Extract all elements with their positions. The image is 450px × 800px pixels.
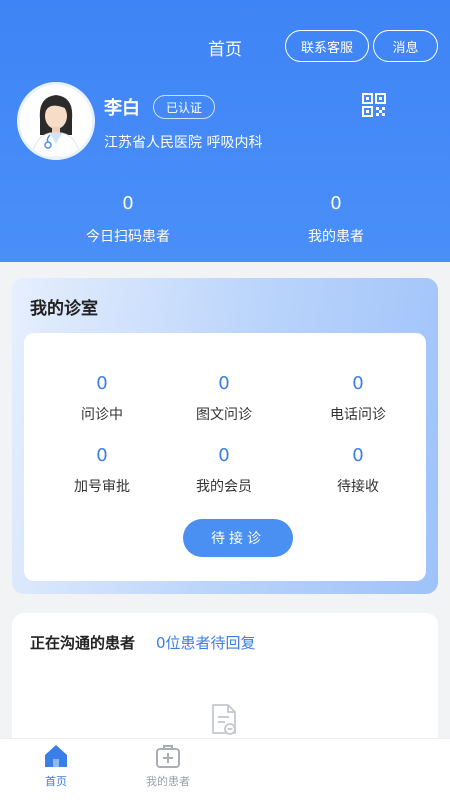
clinic-title: 我的诊室 — [30, 299, 98, 319]
verified-badge: 已认证 — [153, 95, 216, 119]
my-clinic-card: 我的诊室 0 问诊中 0 图文问诊 0 电话问诊 0 加号审批 0 我的会员 0… — [12, 278, 438, 594]
clinic-item-value: 0 — [218, 445, 230, 466]
clinic-item-consulting[interactable]: 0 问诊中 — [42, 373, 162, 424]
clinic-item-extra-approval[interactable]: 0 加号审批 — [42, 445, 162, 496]
avatar[interactable] — [17, 82, 95, 160]
clinic-item-value: 0 — [96, 445, 108, 466]
empty-document-icon — [212, 704, 236, 735]
tab-label: 首页 — [45, 775, 67, 788]
clinic-item-label: 电话问诊 — [330, 407, 386, 423]
doctor-avatar-icon — [20, 85, 92, 157]
medical-kit-icon — [156, 745, 180, 768]
stat-value: 0 — [122, 193, 134, 214]
stat-today-scanned[interactable]: 0 今日扫码患者 — [38, 193, 218, 246]
clinic-panel: 0 问诊中 0 图文问诊 0 电话问诊 0 加号审批 0 我的会员 0 待接收 … — [24, 333, 426, 581]
message-button[interactable]: 消息 — [373, 30, 438, 62]
tab-home[interactable]: 首页 — [16, 743, 96, 789]
pending-reply-count[interactable]: 0位患者待回复 — [156, 632, 256, 653]
clinic-item-label: 加号审批 — [74, 479, 130, 495]
contact-service-button[interactable]: 联系客服 — [285, 30, 369, 62]
communicating-title: 正在沟通的患者 — [30, 634, 136, 652]
clinic-item-my-members[interactable]: 0 我的会员 — [164, 445, 284, 496]
home-icon — [45, 745, 67, 767]
clinic-item-phone-consult[interactable]: 0 电话问诊 — [298, 373, 418, 424]
clinic-item-pending-receive[interactable]: 0 待接收 — [298, 445, 418, 496]
clinic-item-value: 0 — [96, 373, 108, 394]
communicating-patients-card: 正在沟通的患者 0位患者待回复 — [12, 613, 438, 753]
hospital-department: 江苏省人民医院 呼吸内科 — [104, 135, 263, 151]
clinic-item-label: 待接收 — [337, 479, 379, 495]
bottom-tab-bar: 首页 我的患者 — [0, 738, 450, 800]
clinic-item-label: 问诊中 — [81, 407, 123, 423]
clinic-item-value: 0 — [352, 445, 364, 466]
doctor-name: 李白 — [104, 98, 140, 119]
stat-label: 今日扫码患者 — [86, 229, 170, 245]
stat-label: 我的患者 — [308, 229, 364, 245]
stat-my-patients[interactable]: 0 我的患者 — [246, 193, 426, 246]
header: 首页 联系客服 消息 李白 已认证 江苏省人民医院 呼吸内科 0 今日扫码患者 … — [0, 0, 450, 262]
wait-consult-button[interactable]: 待接诊 — [183, 519, 293, 557]
clinic-item-value: 0 — [218, 373, 230, 394]
stat-value: 0 — [330, 193, 342, 214]
clinic-item-text-consult[interactable]: 0 图文问诊 — [164, 373, 284, 424]
clinic-item-value: 0 — [352, 373, 364, 394]
clinic-item-label: 图文问诊 — [196, 407, 252, 423]
tab-my-patients[interactable]: 我的患者 — [128, 743, 208, 789]
qr-code-icon[interactable] — [362, 93, 386, 117]
clinic-item-label: 我的会员 — [196, 479, 252, 495]
tab-label: 我的患者 — [146, 775, 190, 788]
